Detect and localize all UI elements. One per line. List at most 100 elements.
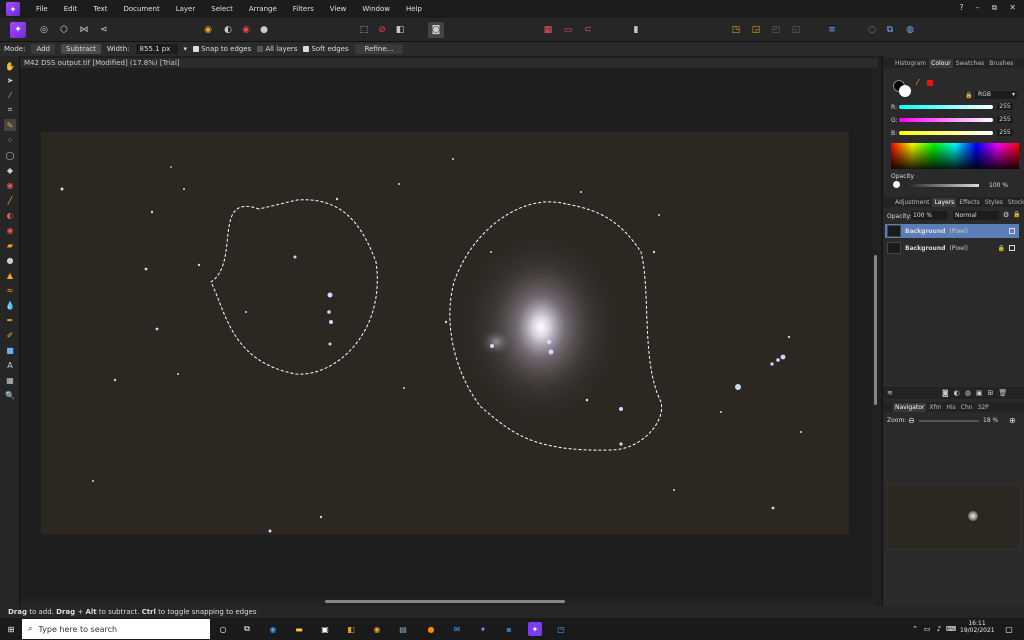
copy-icon[interactable]: ⧉ (882, 22, 898, 38)
menu-select[interactable]: Select (203, 5, 241, 13)
tab-colour[interactable]: Colour (929, 58, 953, 68)
tab-adjustment[interactable]: Adjustment (893, 198, 931, 207)
tab-navigator[interactable]: Navigator (893, 402, 927, 412)
r-value[interactable]: 255 (997, 103, 1013, 110)
blend-mode-select[interactable]: Normal (953, 211, 999, 220)
smudge-tool-icon[interactable]: ≈ (4, 284, 16, 296)
gear-icon[interactable]: ⚙ (1003, 211, 1009, 219)
mail-icon[interactable]: ✉ (450, 622, 464, 636)
selection-brush-tool-icon[interactable]: ✎ (4, 119, 16, 131)
tone-mapping-persona-icon[interactable]: ⋈ (76, 22, 92, 38)
store-icon[interactable]: ▣ (318, 622, 332, 636)
brush-preview-icon[interactable]: ▮ (628, 22, 644, 38)
taskbar-search[interactable]: ⌕ Type here to search (22, 619, 210, 639)
layers-stack-icon[interactable]: ≋ (887, 389, 893, 397)
eraser-tool-icon[interactable]: ▰ (4, 239, 16, 251)
add-mode-button[interactable]: Add (31, 44, 55, 54)
inpainting-tool-icon[interactable]: ▲ (4, 269, 16, 281)
language-icon[interactable]: ⌨ (944, 622, 958, 636)
colour-picker-tool-icon[interactable]: ⁄ (4, 89, 16, 101)
mask-icon[interactable]: ◙ (942, 389, 949, 397)
pen-tool-icon[interactable]: ✒ (4, 314, 16, 326)
colour-model-select[interactable]: RGB ▾ (975, 91, 1017, 99)
menu-filters[interactable]: Filters (285, 5, 322, 13)
layer-row[interactable]: Background (Pixel) 🔒 (885, 241, 1019, 255)
menu-help[interactable]: Help (398, 5, 430, 13)
menu-document[interactable]: Document (115, 5, 167, 13)
subtract-mode-button[interactable]: Subtract (61, 44, 101, 54)
layer-visibility-checkbox[interactable] (1009, 245, 1015, 251)
menu-arrange[interactable]: Arrange (241, 5, 285, 13)
tab-effects[interactable]: Effects (957, 198, 981, 207)
menu-window[interactable]: Window (354, 5, 398, 13)
app-icon[interactable]: ◳ (554, 622, 568, 636)
document-tab[interactable]: M42 DSS output.tif [Modified] (17.8%) [T… (20, 58, 878, 68)
b-slider[interactable] (899, 131, 993, 135)
arrange-front-icon[interactable]: ◱ (788, 22, 804, 38)
colour-spectrum[interactable] (891, 143, 1019, 169)
gradient-tool-icon[interactable]: ◉ (4, 179, 16, 191)
deselect-icon[interactable]: ⊘ (374, 22, 390, 38)
help-icon[interactable]: ? (959, 3, 963, 13)
auto-white-balance-icon[interactable]: ● (256, 22, 272, 38)
opacity-value[interactable]: 100 % (989, 182, 1008, 189)
hand-tool-icon[interactable]: ✋ (4, 60, 16, 72)
no-colour-icon[interactable] (927, 80, 933, 86)
zoom-tool-icon[interactable]: 🔍 (4, 389, 16, 401)
export-persona-icon[interactable]: ⋖ (96, 22, 112, 38)
lock-icon[interactable]: 🔒 (965, 92, 972, 99)
fill-tool-icon[interactable]: ◆ (4, 164, 16, 176)
astrophoto-canvas[interactable] (41, 132, 849, 534)
menu-view[interactable]: View (322, 5, 355, 13)
adjustment-icon[interactable]: ◐ (954, 389, 960, 397)
tab-stock[interactable]: Stock (1006, 198, 1024, 207)
app-icon[interactable]: ✦ (476, 622, 490, 636)
invert-selection-icon[interactable]: ◧ (392, 22, 408, 38)
settings-icon[interactable]: ◍ (902, 22, 918, 38)
layer-row[interactable]: Background (Pixel) (885, 224, 1019, 238)
r-slider[interactable] (899, 105, 993, 109)
chat-icon[interactable]: ◌ (864, 22, 880, 38)
notification-icon[interactable]: ▢ (1002, 622, 1016, 636)
all-layers-checkbox[interactable]: All layers (257, 45, 297, 53)
g-value[interactable]: 255 (997, 116, 1013, 123)
auto-contrast-icon[interactable]: ◐ (220, 22, 236, 38)
windows-start-icon[interactable]: ⊞ (4, 622, 18, 636)
liquify-persona-icon[interactable]: ◎ (36, 22, 52, 38)
affinity-photo-taskbar-icon[interactable]: ✦ (528, 622, 542, 636)
tab-transform[interactable]: Xfm (927, 403, 943, 412)
photoshop-icon[interactable]: ▪ (502, 622, 516, 636)
zoom-out-icon[interactable]: ⊖ (908, 416, 915, 425)
tab-styles[interactable]: Styles (983, 198, 1005, 207)
file-explorer-icon[interactable]: ▬ (292, 622, 306, 636)
menu-file[interactable]: File (28, 5, 56, 13)
tab-brushes[interactable]: Brushes (987, 59, 1015, 68)
layer-visibility-checkbox[interactable] (1009, 228, 1015, 234)
task-view-icon[interactable]: ⧉ (240, 622, 254, 636)
move-tool-icon[interactable]: ➤ (4, 74, 16, 86)
marquee-tool-icon[interactable]: ◯ (4, 149, 16, 161)
app-icon[interactable]: ▤ (396, 622, 410, 636)
firefox-icon[interactable]: ◉ (370, 622, 384, 636)
tab-history[interactable]: His (944, 403, 957, 412)
lock-icon[interactable]: 🔒 (1013, 211, 1020, 218)
opacity-slider[interactable] (905, 184, 979, 187)
cortana-icon[interactable]: ○ (216, 622, 230, 636)
layer-opacity-input[interactable]: 100 % (911, 211, 947, 220)
dodge-tool-icon[interactable]: ◐ (4, 209, 16, 221)
fx-icon[interactable]: ◍ (965, 389, 971, 397)
soft-edges-checkbox[interactable]: Soft edges (303, 45, 349, 53)
navigator-preview[interactable] (887, 484, 1021, 550)
vertical-scroll-thumb[interactable] (874, 255, 877, 405)
folder-icon[interactable]: ▣ (976, 389, 983, 397)
text-tool-icon[interactable]: A (4, 359, 16, 371)
g-slider[interactable] (899, 118, 993, 122)
snapping-icon[interactable]: ▭ (560, 22, 576, 38)
crop-tool-icon[interactable]: ⌗ (4, 104, 16, 116)
assistant-icon[interactable]: ▦ (540, 22, 556, 38)
b-value[interactable]: 255 (997, 129, 1013, 136)
menu-edit[interactable]: Edit (56, 5, 86, 13)
width-input[interactable]: 855.1 px (135, 44, 178, 54)
eyedropper-icon[interactable]: ⁄ (917, 78, 918, 87)
arrange-back-icon[interactable]: ◳ (728, 22, 744, 38)
